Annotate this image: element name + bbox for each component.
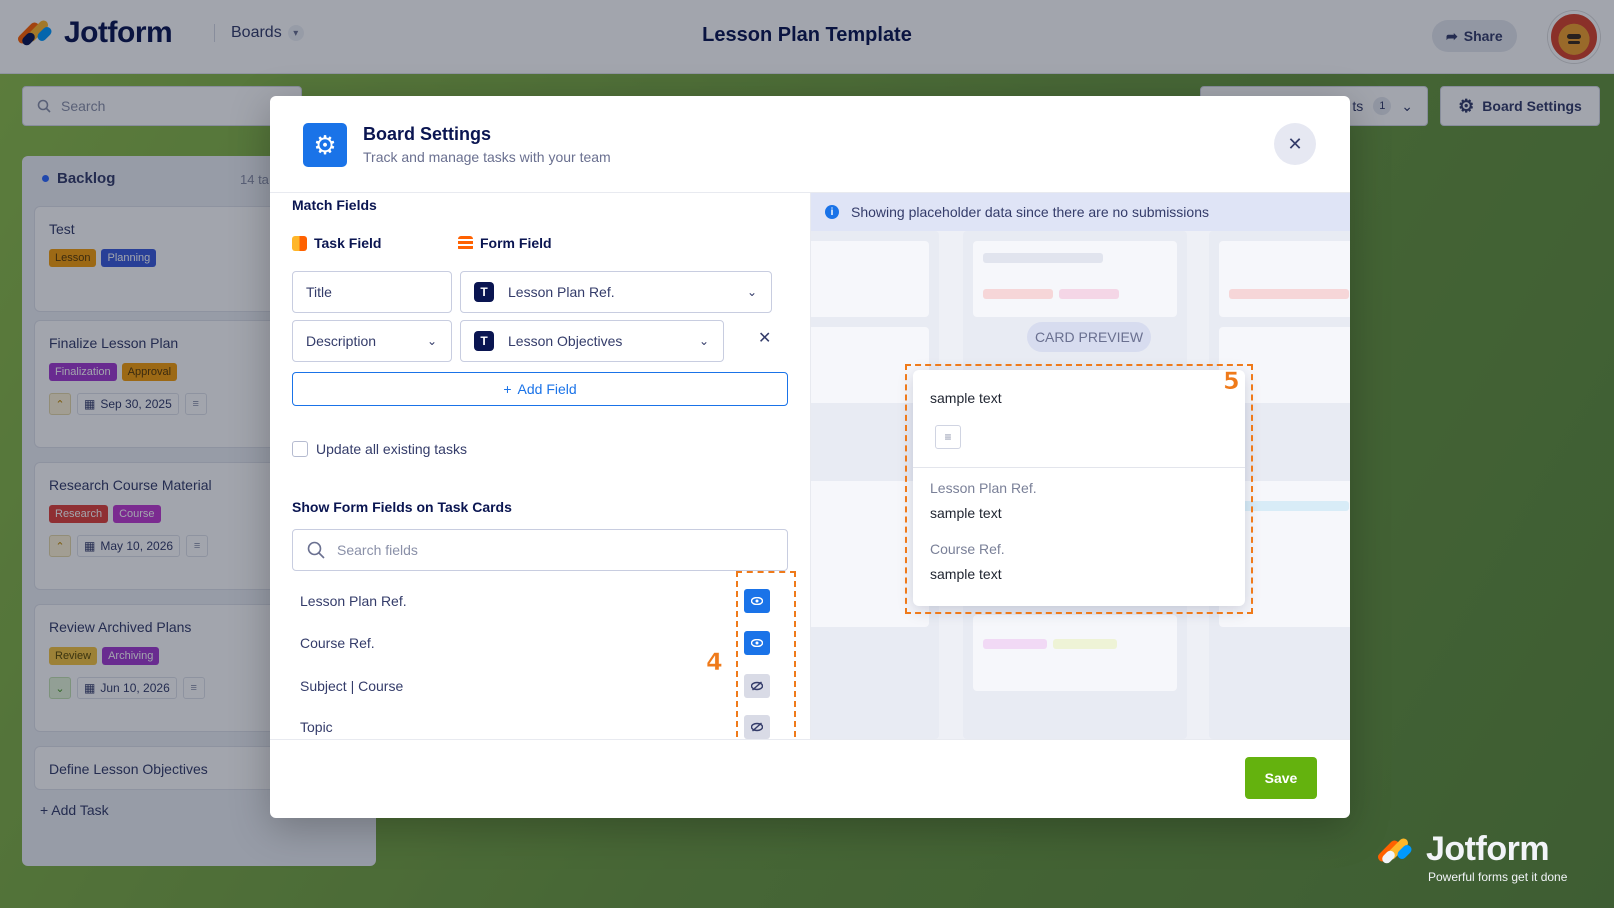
search-fields-placeholder: Search fields [337,542,418,558]
card-preview-pane: i Showing placeholder data since there a… [810,193,1350,739]
form-field-header-label: Form Field [480,235,552,251]
visible-field-row: Course Ref. [300,631,770,655]
board-settings-modal: ⚙ Board Settings Track and manage tasks … [270,96,1350,818]
annotation-box [736,571,796,739]
task-field-value: Title [306,284,332,300]
annotation-number: 4 [706,648,723,677]
visible-field-row: Lesson Plan Ref. [300,589,770,613]
add-field-label: Add Field [517,381,577,397]
jotform-logo-icon [1376,834,1414,868]
watermark-brand: Jotform [1426,830,1550,868]
visible-field-row: Subject | Course [300,674,770,698]
form-field-icon [458,235,473,251]
form-field-select[interactable]: T Lesson Plan Ref. ⌄ [460,271,772,313]
update-existing-label: Update all existing tasks [316,441,467,457]
form-field-select[interactable]: T Lesson Objectives ⌄ [460,320,724,362]
settings-left-pane: Match Fields Task Field Form Field Title… [270,193,810,739]
task-field-title[interactable]: Title [292,271,452,313]
annotation-box [905,364,1253,614]
field-label: Subject | Course [300,678,404,694]
placeholder-info-bar: i Showing placeholder data since there a… [811,193,1350,231]
plus-icon: + [503,381,512,397]
modal-footer: Save [270,739,1350,818]
search-fields-input[interactable]: Search fields [292,529,788,571]
update-existing-checkbox[interactable] [292,441,308,457]
chevron-down-icon: ⌄ [698,334,709,348]
annotation-number: 5 [1223,367,1240,396]
card-preview-pill: CARD PREVIEW [1027,322,1151,352]
chevron-down-icon: ⌄ [746,285,757,299]
visible-field-row: Topic [300,715,770,739]
add-field-button[interactable]: + Add Field [292,372,788,406]
form-field-value: Lesson Objectives [508,333,623,349]
info-icon: i [825,205,839,219]
update-existing-tasks[interactable]: Update all existing tasks [292,441,467,457]
task-field-icon [292,235,307,251]
text-field-icon: T [474,282,494,302]
task-field-value: Description [306,333,377,349]
info-text: Showing placeholder data since there are… [851,204,1209,220]
field-label: Topic [300,719,333,735]
modal-subtitle: Track and manage tasks with your team [363,149,611,165]
task-field-select[interactable]: Description ⌄ [292,320,452,362]
modal-title: Board Settings [363,124,492,144]
form-field-value: Lesson Plan Ref. [508,284,615,300]
field-label: Lesson Plan Ref. [300,593,407,609]
modal-header: ⚙ Board Settings Track and manage tasks … [270,96,1350,193]
remove-mapping-icon[interactable]: ✕ [758,328,771,348]
show-fields-title: Show Form Fields on Task Cards [292,499,512,515]
chevron-down-icon: ⌄ [426,334,437,348]
text-field-icon: T [474,331,494,351]
gear-icon: ⚙ [303,123,347,167]
close-button[interactable]: ✕ [1274,123,1316,165]
field-label: Course Ref. [300,635,375,651]
task-field-header-label: Task Field [314,235,382,251]
close-icon: ✕ [1287,133,1303,154]
watermark-tagline: Powerful forms get it done [1428,870,1568,884]
match-fields-title: Match Fields [292,197,377,213]
task-field-header: Task Field [292,235,381,251]
form-field-header: Form Field [458,235,552,251]
save-button[interactable]: Save [1245,757,1317,799]
search-icon [307,541,325,559]
